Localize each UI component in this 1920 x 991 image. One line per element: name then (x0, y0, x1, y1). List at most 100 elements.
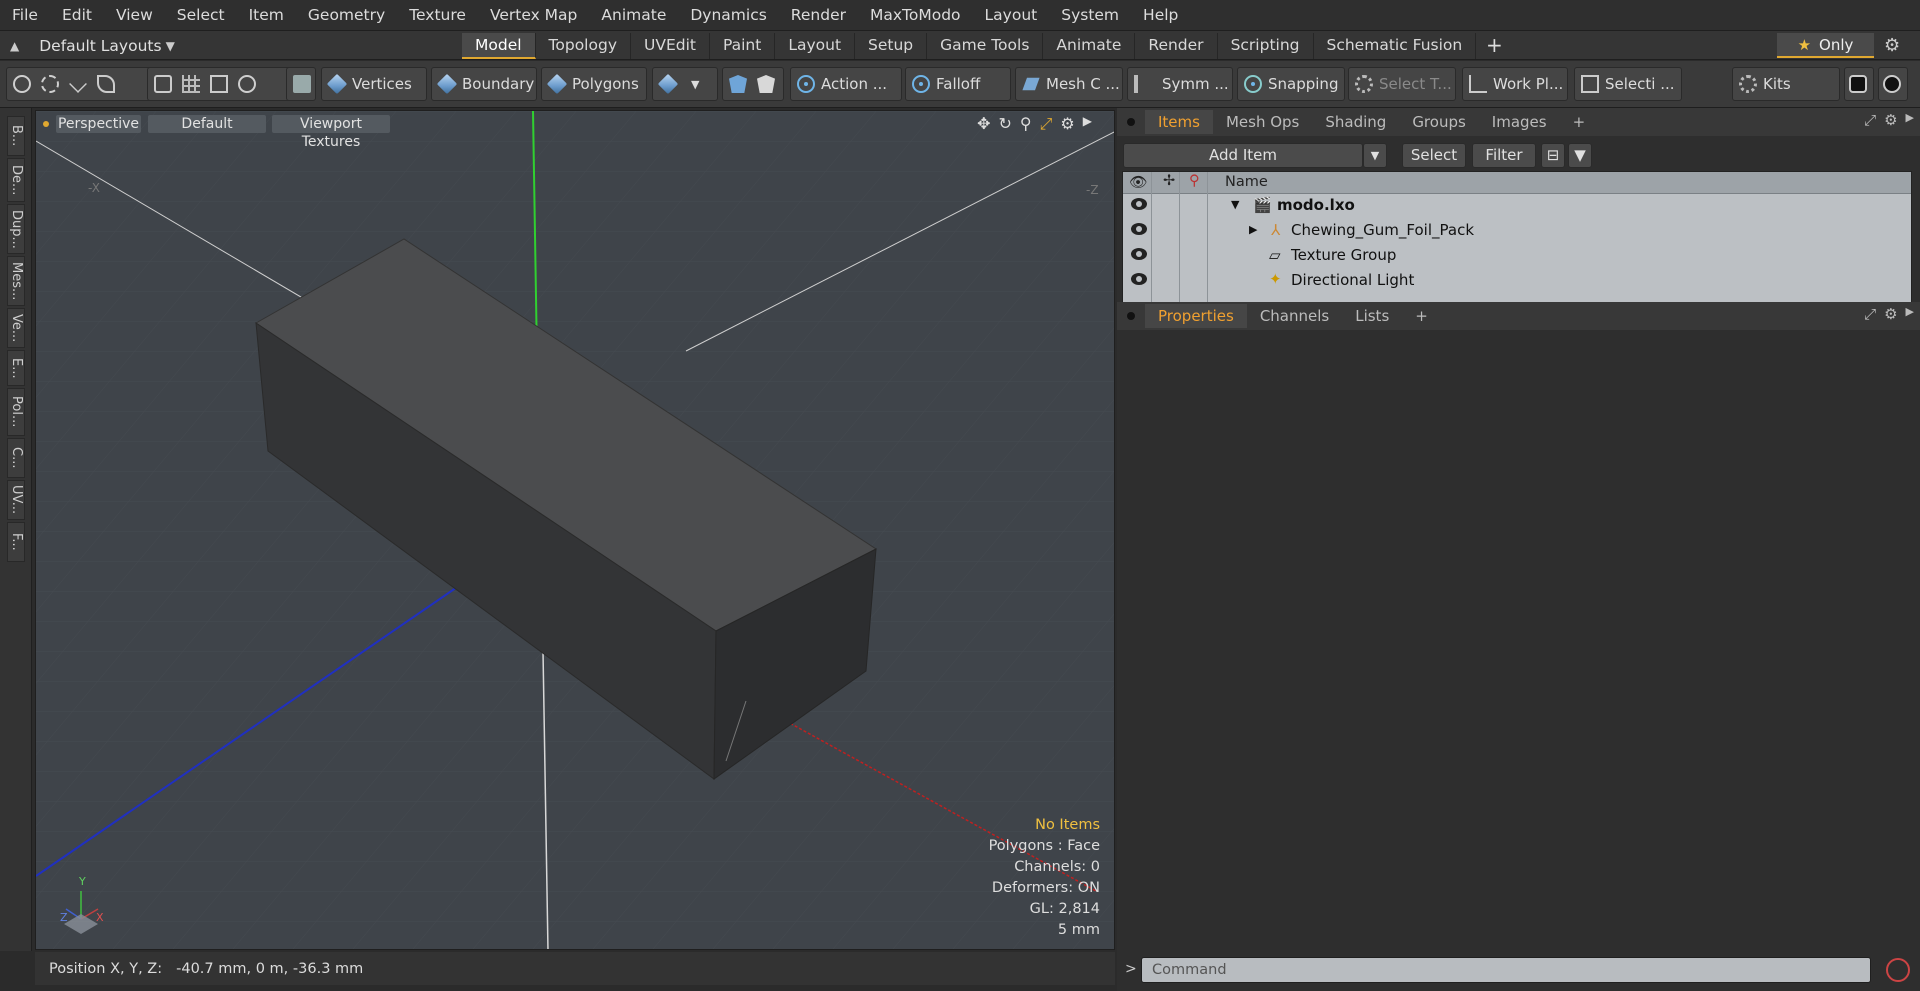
only-button[interactable]: ★ Only (1777, 33, 1874, 58)
menu-view[interactable]: View (104, 0, 165, 31)
collapse-up-icon[interactable]: ▲ (10, 39, 19, 53)
list-item[interactable]: ▶ ⅄ Chewing_Gum_Foil_Pack (1123, 219, 1911, 244)
select-button[interactable]: Select (1402, 143, 1466, 168)
tab-shading[interactable]: Shading (1312, 110, 1399, 134)
tab-topology[interactable]: Topology (536, 33, 631, 59)
zoom-icon[interactable]: ⚲ (1020, 114, 1032, 134)
left-tab-duplicate[interactable]: Dup... (7, 204, 25, 254)
left-tab-basic[interactable]: B... (7, 116, 25, 156)
symmetry-button[interactable]: Symm ... (1127, 67, 1233, 101)
item-mode-button[interactable] (286, 67, 316, 101)
left-tab-mesh[interactable]: Mes... (7, 256, 25, 306)
eye-icon[interactable] (1131, 223, 1147, 235)
box-icon[interactable] (154, 75, 172, 93)
left-tab-fusion[interactable]: F... (7, 522, 25, 562)
left-tab-uv[interactable]: UV... (7, 480, 25, 520)
tab-setup[interactable]: Setup (855, 33, 928, 59)
tab-items[interactable]: Items (1145, 110, 1213, 134)
left-tab-curve[interactable]: C... (7, 438, 25, 478)
vertices-button[interactable]: Vertices (321, 67, 427, 101)
funnel-icon[interactable]: ▼ (1568, 143, 1592, 168)
polygons-button[interactable]: Polygons (541, 67, 647, 101)
tab-channels[interactable]: Channels (1247, 304, 1342, 328)
menu-dynamics[interactable]: Dynamics (678, 0, 778, 31)
menu-help[interactable]: Help (1131, 0, 1190, 31)
eye-icon[interactable] (1131, 248, 1147, 260)
record-circle-icon[interactable] (1886, 958, 1910, 982)
unreal-button[interactable] (1878, 67, 1908, 101)
tab-uvedit[interactable]: UVEdit (631, 33, 710, 59)
3d-viewport[interactable]: Perspective Default Viewport Textures ✥ … (35, 110, 1115, 950)
kits-button[interactable]: Kits (1732, 67, 1840, 101)
add-item-dropdown[interactable]: ▼ (1363, 143, 1387, 168)
shield-alt-icon[interactable] (757, 75, 775, 93)
tab-lists[interactable]: Lists (1342, 304, 1402, 328)
perspective-dropdown[interactable]: Perspective (56, 115, 141, 133)
snapping-button[interactable]: Snapping (1237, 67, 1345, 101)
gear-icon[interactable]: ⚙ (1884, 35, 1900, 56)
add-tab-plus-icon[interactable]: + (1486, 31, 1503, 60)
visibility-eye-icon[interactable]: 👁 (1129, 174, 1147, 191)
tab-schematic-fusion[interactable]: Schematic Fusion (1314, 33, 1477, 59)
unity-button[interactable] (1844, 67, 1874, 101)
collapse-icon[interactable]: ⊟ (1541, 143, 1565, 168)
add-panel-tab-plus-icon[interactable]: + (1560, 110, 1599, 134)
shading-default-dropdown[interactable]: Default (148, 115, 266, 133)
tab-layout[interactable]: Layout (775, 33, 856, 59)
menu-system[interactable]: System (1049, 0, 1131, 31)
work-plane-button[interactable]: Work Pl... (1462, 67, 1568, 101)
selection-sets-button[interactable]: Selecti ... (1574, 67, 1682, 101)
menu-geometry[interactable]: Geometry (296, 0, 397, 31)
falloff-button[interactable]: Falloff (905, 67, 1011, 101)
tab-mesh-ops[interactable]: Mesh Ops (1213, 110, 1312, 134)
tab-animate[interactable]: Animate (1043, 33, 1136, 59)
expand-triangle-icon[interactable]: ▼ (1231, 198, 1239, 211)
command-input[interactable]: Command (1141, 957, 1871, 983)
left-tab-polygon[interactable]: Pol... (7, 388, 25, 436)
menu-animate[interactable]: Animate (589, 0, 678, 31)
add-item-button[interactable]: Add Item (1123, 143, 1363, 168)
action-center-button[interactable]: Action ... (790, 67, 902, 101)
menu-layout[interactable]: Layout (973, 0, 1050, 31)
filter-button[interactable]: Filter (1472, 143, 1536, 168)
left-tab-edge[interactable]: E... (7, 350, 25, 386)
tab-model[interactable]: Model (462, 33, 536, 59)
menu-file[interactable]: File (0, 0, 50, 31)
gear-icon[interactable]: ⚙ (1884, 305, 1897, 323)
menu-select[interactable]: Select (165, 0, 237, 31)
mesh-constraint-button[interactable]: Mesh C ... (1015, 67, 1123, 101)
pen-icon[interactable] (69, 75, 87, 93)
tab-game-tools[interactable]: Game Tools (927, 33, 1044, 59)
tab-paint[interactable]: Paint (710, 33, 776, 59)
maximize-icon[interactable]: ⤢ (1040, 114, 1053, 134)
layout-dropdown[interactable]: ▲ Default Layouts ▼ (10, 31, 175, 60)
play-arrow-icon[interactable]: ▶ (1906, 305, 1914, 323)
add-panel-tab-plus-icon[interactable]: + (1402, 304, 1441, 328)
left-tab-deform[interactable]: De... (7, 158, 25, 202)
name-column-header[interactable]: Name (1225, 174, 1268, 190)
menu-maxtomodo[interactable]: MaxToModo (858, 0, 973, 31)
play-arrow-icon[interactable]: ▶ (1083, 114, 1092, 134)
pan-icon[interactable]: ✥ (977, 114, 990, 134)
rotate-icon[interactable]: ↻ (998, 114, 1011, 134)
list-item[interactable]: ▱ Texture Group (1123, 244, 1911, 269)
eye-icon[interactable] (1131, 198, 1147, 210)
gear-icon[interactable]: ⚙ (1884, 111, 1897, 129)
menu-render[interactable]: Render (779, 0, 858, 31)
lock-plus-icon[interactable]: ✢ (1163, 173, 1175, 189)
viewport-textures-dropdown[interactable]: Viewport Textures (272, 115, 390, 150)
reference-icon[interactable]: ⚲ (1189, 173, 1200, 189)
expand-icon[interactable]: ⤢ (1864, 305, 1876, 323)
frame-icon[interactable] (210, 75, 228, 93)
tab-properties[interactable]: Properties (1145, 304, 1247, 328)
menu-vertex-map[interactable]: Vertex Map (478, 0, 589, 31)
brush-icon[interactable] (97, 75, 115, 93)
tab-render[interactable]: Render (1135, 33, 1218, 59)
play-arrow-icon[interactable]: ▶ (1906, 111, 1914, 129)
eye-icon[interactable] (1131, 273, 1147, 285)
gear-icon[interactable]: ⚙ (1060, 114, 1074, 134)
tab-scripting[interactable]: Scripting (1218, 33, 1314, 59)
menu-item[interactable]: Item (237, 0, 296, 31)
left-tab-vertex[interactable]: Ve... (7, 308, 25, 348)
list-item[interactable]: ✦ Directional Light (1123, 269, 1911, 294)
